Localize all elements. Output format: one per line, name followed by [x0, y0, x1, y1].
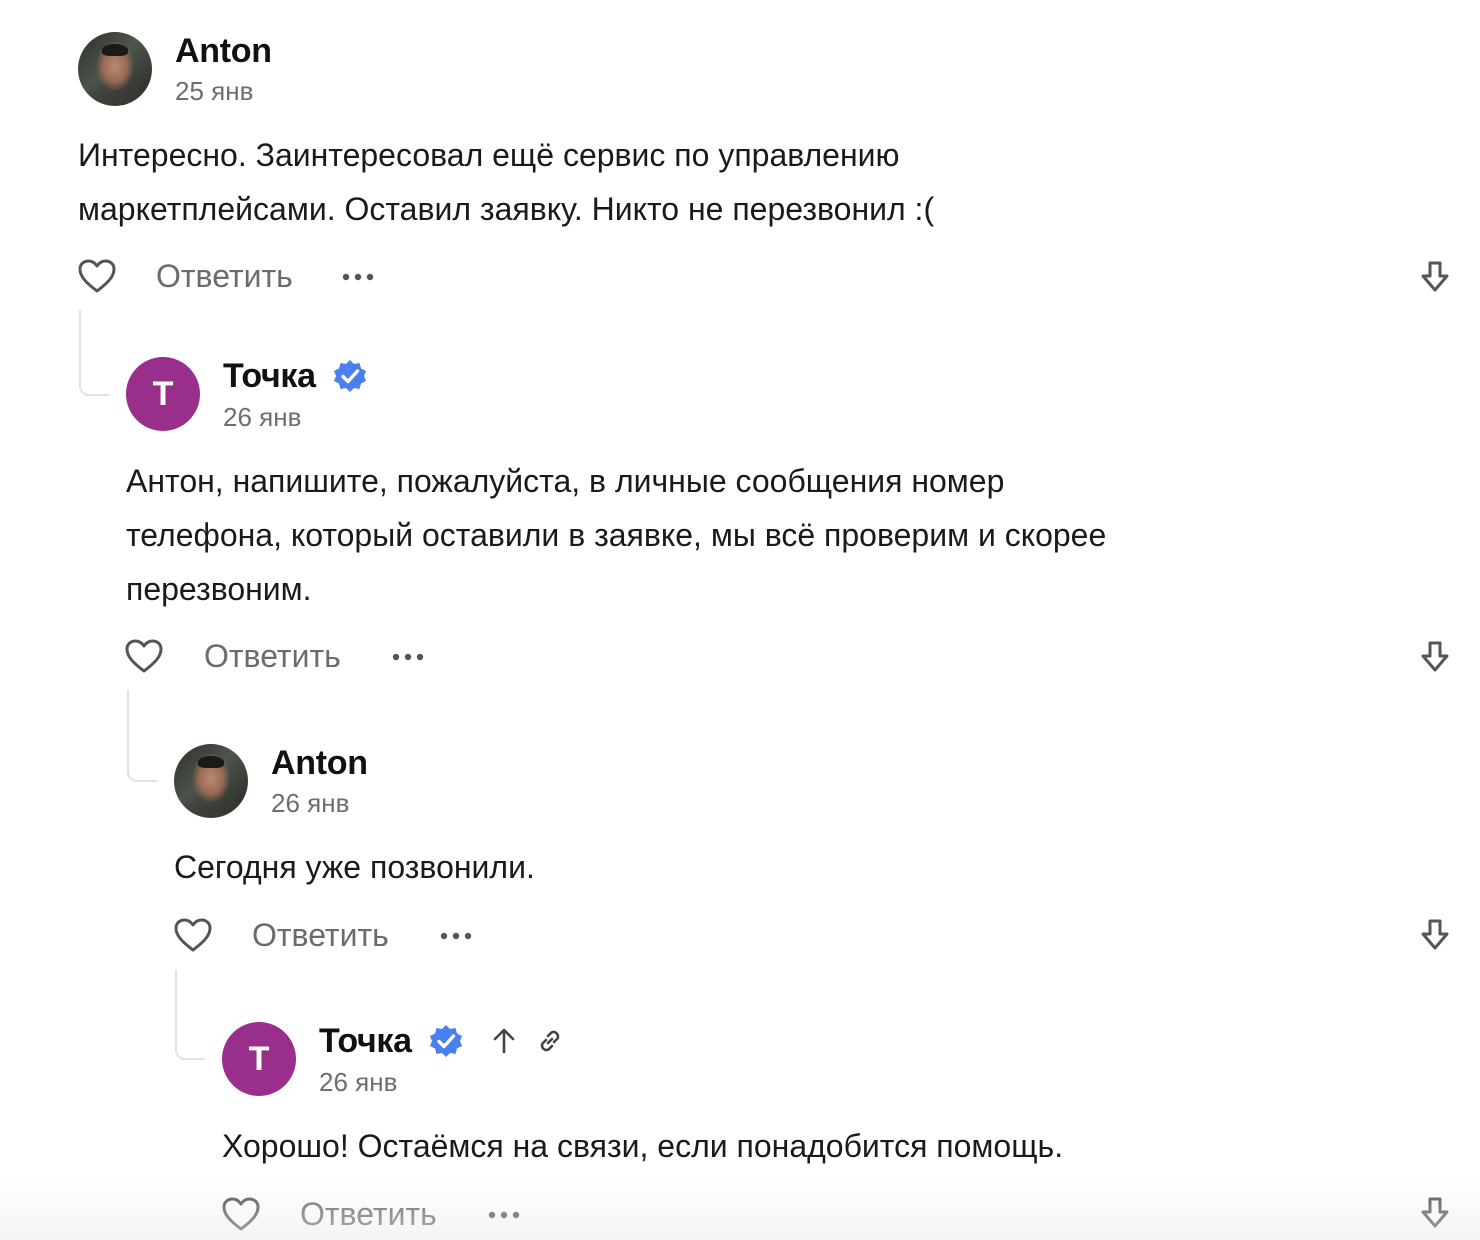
arrow-down-icon[interactable] — [1420, 1196, 1450, 1230]
comment: Т Точка 26 янв Хорошо! Остаёмся на связи… — [0, 970, 1480, 1240]
comment-text-line: Хорошо! Остаёмся на связи, если понадоби… — [222, 1128, 1064, 1164]
arrow-up-icon[interactable] — [489, 1026, 519, 1056]
comment-date[interactable]: 26 янв — [223, 402, 301, 433]
reply-button[interactable]: Ответить — [156, 258, 293, 295]
avatar[interactable] — [78, 32, 152, 106]
verified-badge-icon — [334, 360, 366, 392]
comment-text-line: Сегодня уже позвонили. — [174, 849, 535, 885]
more-dots-icon[interactable] — [440, 931, 472, 941]
author-name[interactable]: Anton — [271, 744, 368, 783]
more-dots-icon[interactable] — [392, 652, 424, 662]
more-dots-icon[interactable] — [342, 272, 374, 282]
comment-date[interactable]: 26 янв — [319, 1067, 397, 1098]
arrow-down-icon[interactable] — [1420, 640, 1450, 674]
comment: Anton 26 янв Сегодня уже позвонили. Отве… — [0, 690, 1480, 970]
comment-text-line: Интересно. Заинтересовал ещё сервис по у… — [78, 137, 900, 173]
more-dots-icon[interactable] — [488, 1210, 520, 1220]
comment: Anton 25 янв Интересно. Заинтересовал ещ… — [0, 0, 1480, 310]
comment: Т Точка 26 янв Антон, напишите, пожалуйс… — [0, 310, 1480, 690]
reply-button[interactable]: Ответить — [300, 1196, 437, 1233]
author-name[interactable]: Anton — [175, 32, 272, 71]
comment-text-line: телефона, который оставили в заявке, мы … — [126, 517, 1107, 553]
arrow-down-icon[interactable] — [1420, 918, 1450, 952]
avatar[interactable]: Т — [222, 1022, 296, 1096]
comment-text-line: маркетплейсами. Оставил заявку. Никто не… — [78, 191, 935, 227]
avatar[interactable] — [174, 744, 248, 818]
heart-outline-icon[interactable] — [77, 258, 117, 294]
heart-outline-icon[interactable] — [173, 917, 213, 953]
comment-date[interactable]: 25 янв — [175, 76, 253, 107]
comment-date[interactable]: 26 янв — [271, 788, 349, 819]
author-name[interactable]: Точка — [319, 1022, 412, 1061]
heart-outline-icon[interactable] — [124, 638, 164, 674]
reply-button[interactable]: Ответить — [252, 917, 389, 954]
link-icon[interactable] — [535, 1026, 565, 1056]
reply-button[interactable]: Ответить — [204, 638, 341, 675]
verified-badge-icon — [430, 1025, 462, 1057]
heart-outline-icon[interactable] — [221, 1196, 261, 1232]
comment-text-line: перезвоним. — [126, 571, 312, 607]
avatar[interactable]: Т — [126, 357, 200, 431]
author-name[interactable]: Точка — [223, 357, 316, 396]
arrow-down-icon[interactable] — [1420, 260, 1450, 294]
comment-text-line: Антон, напишите, пожалуйста, в личные со… — [126, 463, 1005, 499]
